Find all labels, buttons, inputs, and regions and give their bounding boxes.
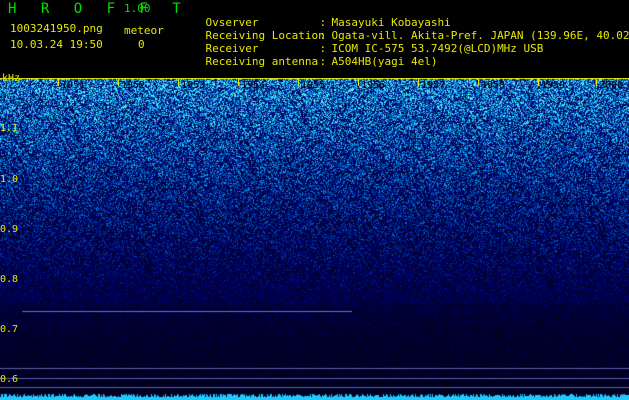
x-tick-mark bbox=[238, 79, 239, 86]
y-tick-label: 1.0 bbox=[0, 174, 19, 185]
x-tick-label: 1954 bbox=[241, 80, 266, 91]
info-value: A504HB(yagi 4el) bbox=[331, 55, 438, 68]
x-tick-mark bbox=[478, 79, 479, 86]
app-title: H R O F F T bbox=[8, 1, 189, 17]
x-tick-label: 1957 bbox=[421, 80, 446, 91]
x-tick-label: 2000 bbox=[599, 80, 624, 91]
x-tick-label: 1952 bbox=[121, 80, 146, 91]
spectrogram bbox=[0, 78, 629, 400]
y-tick-label: 0.8 bbox=[0, 274, 19, 285]
y-axis-unit: kHz bbox=[2, 73, 21, 84]
x-tick-label: 1953 bbox=[181, 80, 206, 91]
x-tick-label: 1955 bbox=[301, 80, 326, 91]
info-key: Receiving antenna bbox=[205, 55, 319, 68]
y-tick-label: 0.7 bbox=[0, 324, 19, 335]
meteor-count: 0 bbox=[138, 38, 145, 51]
file-name: 1003241950.png bbox=[10, 22, 103, 35]
x-tick-mark bbox=[298, 79, 299, 86]
meteor-label: meteor bbox=[124, 24, 164, 37]
capture-datetime: 10.03.24 19:50 bbox=[10, 38, 103, 51]
x-tick-mark bbox=[596, 79, 597, 86]
x-tick-mark bbox=[178, 79, 179, 86]
app-version: 1.00 bbox=[124, 2, 151, 15]
x-tick-mark bbox=[538, 79, 539, 86]
x-tick-mark bbox=[418, 79, 419, 86]
header-panel: H R O F F T 1.00 1003241950.png meteor 1… bbox=[0, 0, 629, 78]
x-tick-mark bbox=[358, 79, 359, 86]
info-antenna: Receiving antenna: A504HB(yagi 4el) bbox=[205, 55, 438, 68]
x-tick-label: 1959 bbox=[541, 80, 566, 91]
x-tick-mark bbox=[58, 79, 59, 86]
x-tick-label: 1958 bbox=[481, 80, 506, 91]
y-tick-label: 0.9 bbox=[0, 224, 19, 235]
y-tick-label: 1.1 bbox=[0, 123, 19, 134]
x-tick-mark bbox=[118, 79, 119, 86]
x-tick-label: 1951 bbox=[61, 80, 86, 91]
y-tick-label: 0.6 bbox=[0, 374, 19, 385]
x-tick-label: 1956 bbox=[361, 80, 386, 91]
